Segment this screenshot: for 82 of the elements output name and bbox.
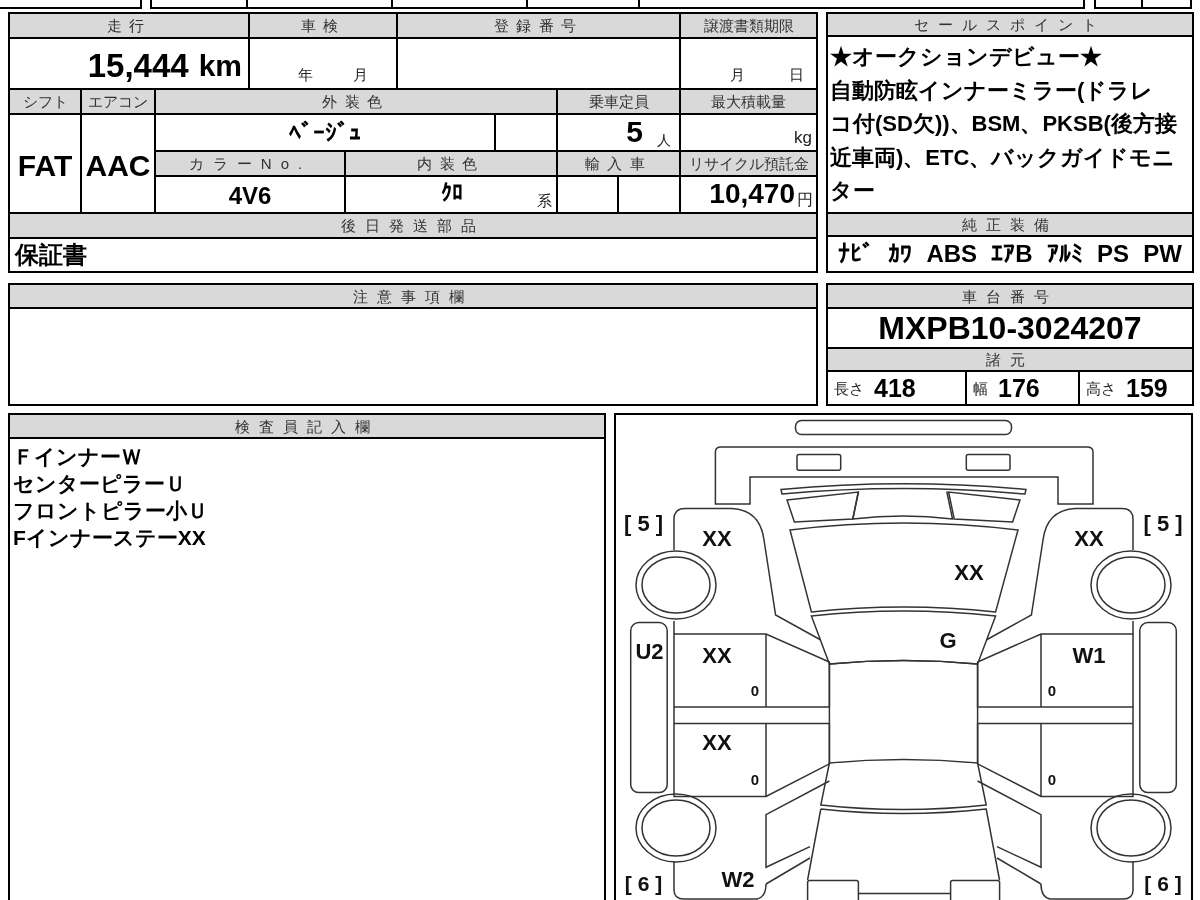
color-number-value: 4V6: [228, 183, 272, 208]
lamp-outline: [796, 453, 842, 471]
equipment-item: PS: [1097, 242, 1130, 266]
form-label: 走行: [8, 12, 248, 37]
inspector-note: フロントピラー小Ｕ: [13, 498, 209, 524]
damage-code-label: W2: [721, 867, 755, 892]
equipment-item: ｴｱB: [991, 242, 1033, 266]
sales-point-text: ★オークションデビュー★: [830, 43, 1103, 71]
unit-label: kg: [794, 129, 812, 146]
shift-value: FAT: [17, 150, 73, 181]
form-label: 登録番号: [396, 12, 679, 37]
form-label: リサイクル預託金: [679, 150, 816, 175]
spec-label: 幅: [973, 380, 988, 396]
equipment-item: ABS: [926, 242, 978, 266]
form-label: 最大積載量: [679, 88, 816, 113]
inspector-note: FインナーステーXX: [13, 525, 207, 551]
lamp-outline: [965, 453, 1011, 471]
air-conditioner-value: AAC: [85, 150, 151, 181]
form-label: 内装色: [344, 150, 556, 175]
unit-label: 月: [730, 67, 745, 82]
tire-mark-label: [ 6 ]: [1144, 872, 1182, 895]
form-label: 譲渡書類期限: [679, 12, 816, 37]
damage-code-label: XX: [954, 560, 984, 585]
exterior-color-value: ﾍﾞｰｼﾞｭ: [289, 120, 361, 145]
door-mark-label: 0: [750, 771, 760, 788]
damage-code-label: W1: [1072, 643, 1106, 668]
tire-mark-label: [ 5 ]: [1143, 511, 1183, 536]
spec-label: 高さ: [1086, 380, 1116, 396]
tire-mark-label: [ 5 ]: [623, 511, 664, 536]
form-label: セールスポイント: [828, 14, 1192, 37]
mileage-value: 15,444: [87, 49, 189, 82]
equipment-item: ｱﾙﾐ: [1046, 242, 1083, 266]
spec-label: 長さ: [834, 380, 864, 396]
equipment-item: PW: [1143, 242, 1182, 266]
form-label: 諸元: [828, 347, 1192, 372]
damage-code-label: U2: [635, 639, 664, 664]
inspector-note: センターピラーＵ: [13, 471, 187, 497]
unit-label: 月: [353, 67, 368, 82]
equipment-item: ｶﾜ: [888, 242, 913, 266]
spec-value: 159: [1126, 375, 1168, 401]
tire-mark-label: [ 6 ]: [624, 872, 663, 895]
damage-code-label: XX: [702, 526, 732, 551]
equipment-item: ﾅﾋﾞ: [838, 242, 874, 266]
cropped-form-box: [1143, 0, 1192, 9]
door-mark-label: 0: [1047, 682, 1057, 699]
damage-code-label: XX: [1074, 526, 1104, 551]
cropped-form-box: [1094, 0, 1143, 9]
door-mark-label: 0: [750, 682, 760, 699]
sales-point-text: 近車両)、ETC、バックガイドモニ: [830, 143, 1177, 172]
form-label: 後日発送部品: [8, 212, 816, 237]
later-shipped-parts-value: 保証書: [15, 243, 87, 267]
interior-color-value: ｸﾛ: [440, 181, 463, 204]
unit-label: 日: [789, 67, 804, 82]
sales-point-text: コ付(SD欠))、BSM、PKSB(後方接: [830, 110, 1178, 138]
inspector-note: ＦインナーＷ: [13, 444, 143, 470]
form-label: エアコン: [80, 88, 154, 113]
unit-label: 系: [537, 193, 552, 208]
form-label: シフト: [8, 88, 80, 113]
seating-capacity-value: 5: [626, 117, 643, 147]
unit-label: 人: [657, 133, 671, 147]
damage-code-label: XX: [702, 643, 732, 668]
damage-code-label: XX: [702, 730, 732, 755]
form-label: 注意事項欄: [10, 285, 816, 309]
form-label: 外装色: [154, 88, 556, 113]
recycling-deposit-value: 10,470: [709, 180, 795, 208]
form-label: カラーNo.: [154, 150, 344, 175]
damage-code-label: G: [939, 628, 957, 653]
form-label: 車台番号: [828, 285, 1192, 309]
form-label: 車検: [248, 12, 396, 37]
form-label: 純正装備: [828, 212, 1192, 237]
door-mark-label: 0: [1047, 771, 1057, 788]
chassis-number-value: MXPB10-3024207: [878, 312, 1142, 344]
spec-value: 418: [874, 375, 916, 401]
unit-label: 年: [298, 67, 313, 82]
spec-value: 176: [998, 375, 1040, 401]
sales-point-text: ター: [830, 177, 876, 205]
sales-point-text: 自動防眩インナーミラー(ドラレ: [830, 76, 1155, 105]
unit-label: 円: [797, 192, 813, 208]
form-label: 輸入車: [556, 150, 679, 175]
unit-label: km: [198, 50, 242, 81]
form-label: 検査員記入欄: [10, 415, 604, 439]
form-label: 乗車定員: [556, 88, 679, 113]
